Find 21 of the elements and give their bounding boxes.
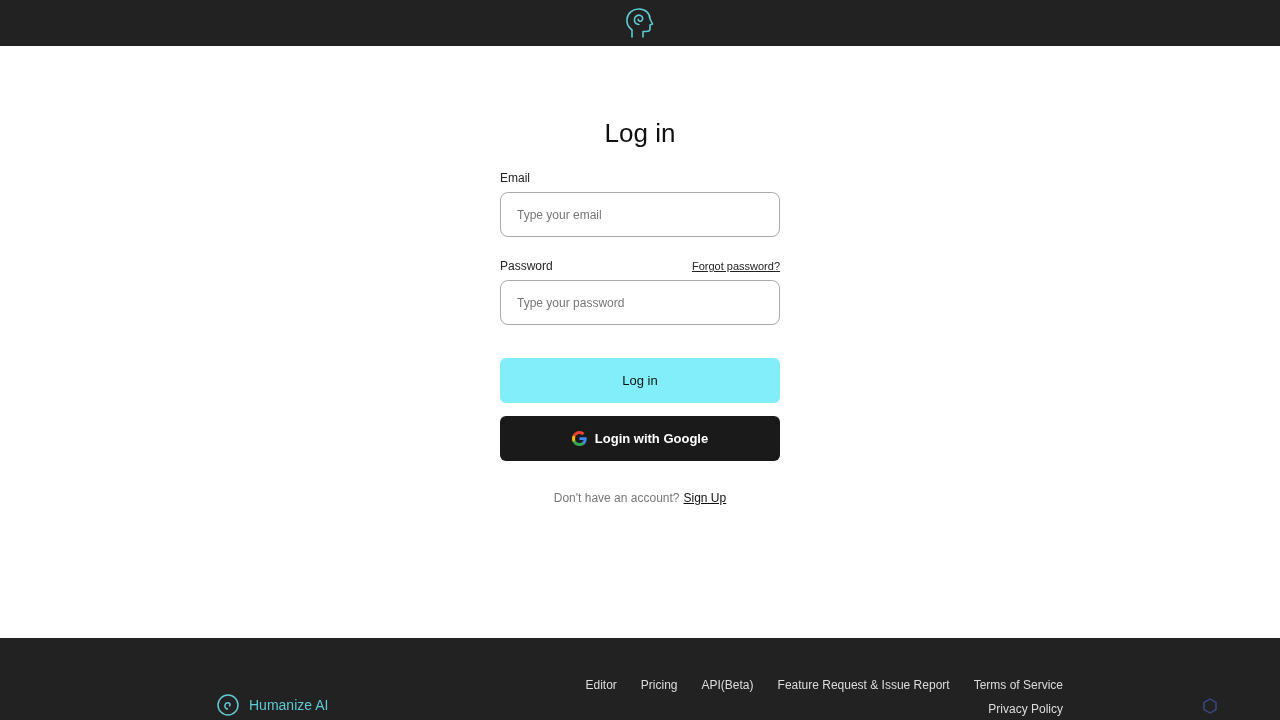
signup-link[interactable]: Sign Up bbox=[683, 491, 727, 505]
field-label: Email bbox=[500, 171, 530, 185]
hexagon-icon[interactable] bbox=[1202, 698, 1218, 714]
google-icon bbox=[571, 431, 587, 446]
page-title: Log in bbox=[603, 118, 677, 149]
footer-link[interactable]: Privacy Policy bbox=[988, 702, 1063, 716]
email-field[interactable]: Type your email bbox=[500, 192, 780, 237]
login-button[interactable]: Log in bbox=[500, 358, 780, 403]
footer-link[interactable]: Terms of Service bbox=[973, 678, 1063, 692]
field-label: Password bbox=[500, 259, 553, 273]
brand-name: Humanize AI bbox=[249, 697, 329, 713]
footer-link[interactable]: Pricing bbox=[640, 678, 678, 692]
brand-logo-icon bbox=[217, 694, 239, 716]
signup-prompt: Don't have an account? bbox=[553, 491, 680, 505]
footer-link[interactable]: Editor bbox=[585, 678, 617, 692]
forgot-password-link[interactable]: Forgot password? bbox=[691, 260, 780, 272]
footer-link[interactable]: Feature Request & Issue Report bbox=[777, 678, 950, 692]
head-logo-icon bbox=[625, 7, 655, 39]
footer-link[interactable]: API(Beta) bbox=[701, 678, 754, 692]
google-login-button[interactable]: Login with Google bbox=[500, 416, 780, 461]
password-field[interactable]: Type your password bbox=[500, 280, 780, 325]
